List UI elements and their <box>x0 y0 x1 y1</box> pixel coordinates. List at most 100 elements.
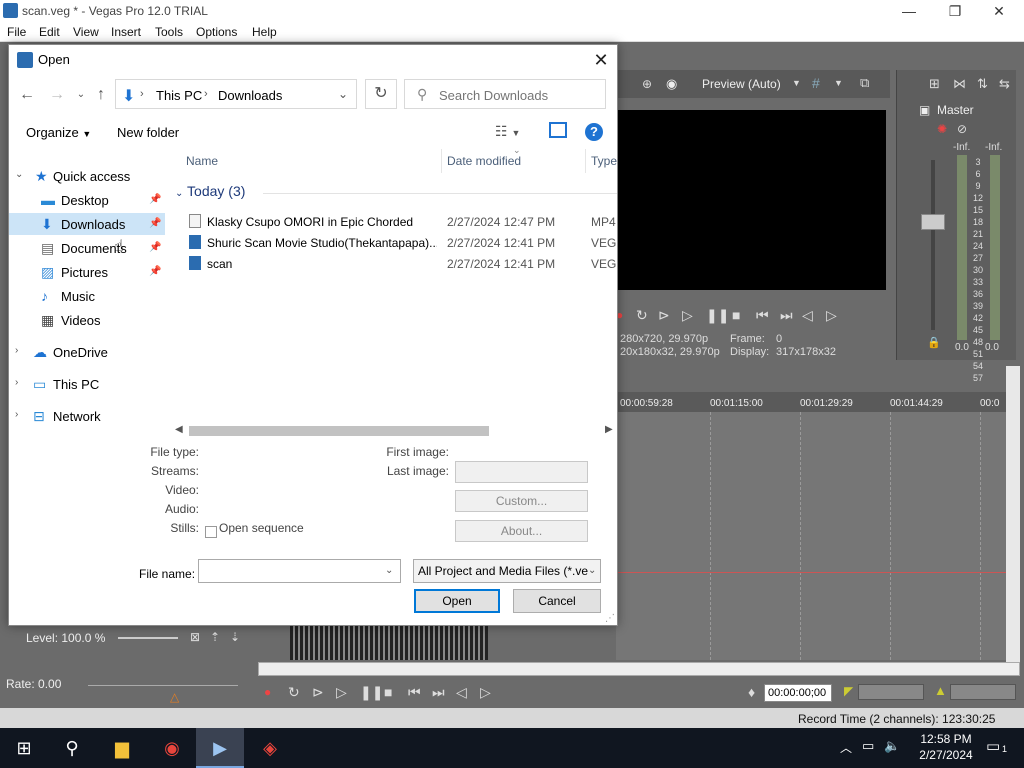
file-row[interactable]: scan 2/27/2024 12:41 PM VEG F <box>173 253 617 274</box>
open-sequence-checkbox[interactable] <box>205 526 217 538</box>
nav-item-this-pc[interactable]: › ▭ This PC <box>9 373 165 395</box>
group-header[interactable]: ⌄ Today (3) <box>175 183 245 199</box>
show-hidden-icons-icon[interactable]: ︿ <box>840 739 852 756</box>
chevron-down-icon[interactable]: ⌄ <box>338 87 348 101</box>
organize-button[interactable]: Organize ▼ <box>26 125 91 140</box>
cancel-button[interactable]: Cancel <box>513 589 601 613</box>
nav-item-downloads[interactable]: ⬇ Downloads 📌 <box>9 213 165 235</box>
pause-icon[interactable]: ❚❚ <box>360 684 383 701</box>
mixer-tool-icon[interactable]: ⇆ <box>999 76 1010 92</box>
go-to-start-icon[interactable]: ⏮ <box>408 684 421 701</box>
search-input[interactable] <box>439 85 599 105</box>
breadcrumb-this-pc[interactable]: This PC <box>156 88 202 103</box>
nav-quick-access[interactable]: ⌄ ★ Quick access <box>9 165 165 187</box>
volume-muted-icon[interactable]: 🔈 <box>884 738 900 754</box>
track-fx-icon[interactable]: ⊠ <box>190 630 200 644</box>
custom-button[interactable]: Custom... <box>455 490 588 512</box>
up-arrow-icon[interactable]: ↑ <box>91 85 111 105</box>
network-icon[interactable]: ▭ <box>862 738 874 754</box>
nav-item-network[interactable]: › ⊟ Network <box>9 405 165 427</box>
go-to-end-icon[interactable]: ⏭ <box>780 307 793 324</box>
nav-item-onedrive[interactable]: › ☁ OneDrive <box>9 341 165 363</box>
column-header-name[interactable]: Name <box>186 154 218 168</box>
clock-date[interactable]: 2/27/2024 <box>914 748 978 762</box>
previous-frame-icon[interactable]: ◁ <box>456 684 467 701</box>
search-box[interactable]: ⚲ <box>404 79 606 109</box>
forward-arrow-icon[interactable]: → <box>47 85 67 105</box>
file-explorer-icon[interactable]: ▆ <box>98 728 146 768</box>
start-button[interactable]: ⊞ <box>0 728 48 768</box>
file-name-combobox[interactable]: ⌄ <box>198 559 401 583</box>
mute-icon[interactable]: ⊘ <box>957 122 967 136</box>
file-row[interactable]: Shuric Scan Movie Studio(Thekantapapa)..… <box>173 232 617 253</box>
back-arrow-icon[interactable]: ← <box>17 85 37 105</box>
chevron-down-icon[interactable]: ▼ <box>792 78 801 88</box>
app-taskbar-icon[interactable]: ◈ <box>246 728 294 768</box>
chevron-down-icon[interactable]: ⌄ <box>385 565 393 576</box>
chevron-right-icon[interactable]: › <box>15 409 18 420</box>
breadcrumb-downloads[interactable]: Downloads <box>218 88 282 103</box>
pin-icon[interactable]: 📌 <box>149 242 161 253</box>
vegas-taskbar-icon[interactable]: ▶ <box>196 728 244 768</box>
mixer-tool-icon[interactable]: ⊞ <box>929 76 940 92</box>
file-list-horizontal-scrollbar[interactable]: ◀ ▶ <box>173 423 617 439</box>
snapshot-icon[interactable]: ▲ <box>934 683 947 698</box>
loop-icon[interactable]: ↻ <box>288 684 300 701</box>
fx-icon[interactable]: ✺ <box>937 122 947 136</box>
mixer-tool-icon[interactable]: ⇅ <box>977 76 988 92</box>
pin-icon[interactable]: 📌 <box>149 218 161 229</box>
timecode-display[interactable]: 00:00:00;00 <box>764 684 832 702</box>
column-header-type[interactable]: Type <box>591 154 617 168</box>
close-icon[interactable]: ✕ <box>587 47 615 73</box>
volume-fader-handle[interactable] <box>921 214 945 230</box>
overlay-icon[interactable]: ◉ <box>666 76 677 92</box>
file-name-input[interactable] <box>201 562 377 580</box>
minimize-icon[interactable]: — <box>886 2 932 20</box>
go-to-start-icon[interactable]: ⏮ <box>756 307 769 324</box>
maximize-icon[interactable]: ❐ <box>932 2 978 20</box>
stop-icon[interactable]: ■ <box>384 684 392 700</box>
column-header-date-modified[interactable]: Date modified <box>447 154 521 168</box>
copy-snapshot-icon[interactable]: ⧉ <box>860 75 869 91</box>
column-divider[interactable] <box>585 149 586 173</box>
clock-time[interactable]: 12:58 PM <box>916 732 976 746</box>
nav-item-desktop[interactable]: ▬ Desktop 📌 <box>9 189 165 211</box>
next-frame-icon[interactable]: ▷ <box>826 307 837 324</box>
mixer-tool-icon[interactable]: ⋈ <box>953 76 966 92</box>
record-icon[interactable]: ● <box>264 685 271 699</box>
nav-item-documents[interactable]: ▤ Documents 📌 <box>9 237 165 259</box>
track-tool-icon[interactable]: ⇡ <box>210 630 220 644</box>
play-from-start-icon[interactable]: ⊳ <box>312 684 324 701</box>
close-icon[interactable]: ✕ <box>976 2 1022 20</box>
about-button[interactable]: About... <box>455 520 588 542</box>
nav-item-pictures[interactable]: ▨ Pictures 📌 <box>9 261 165 283</box>
grid-icon[interactable]: # <box>812 75 820 91</box>
menu-view[interactable]: View <box>73 25 99 39</box>
address-bar[interactable]: ⬇ › This PC › Downloads ⌄ <box>115 79 357 109</box>
scrollbar-thumb[interactable] <box>189 426 489 436</box>
chevron-down-icon[interactable]: ⌄ <box>15 169 23 180</box>
new-folder-button[interactable]: New folder <box>117 125 179 140</box>
search-icon[interactable]: ⚲ <box>48 728 96 768</box>
chevron-down-icon[interactable]: ▼ <box>834 78 843 88</box>
pause-icon[interactable]: ❚❚ <box>706 307 729 324</box>
timeline-ruler[interactable]: 00:00:59:28 00:01:15:00 00:01:29:29 00:0… <box>616 392 1006 412</box>
recent-locations-icon[interactable]: ⌄ <box>71 85 91 105</box>
menu-help[interactable]: Help <box>252 25 277 39</box>
go-to-end-icon[interactable]: ⏭ <box>432 684 445 701</box>
menu-file[interactable]: File <box>7 25 26 39</box>
help-icon[interactable]: ? <box>585 123 603 141</box>
play-icon[interactable]: ▷ <box>336 684 347 701</box>
nav-item-videos[interactable]: ▦ Videos <box>9 309 165 331</box>
track-tool-icon[interactable]: ⇣ <box>230 630 240 644</box>
scroll-left-icon[interactable]: ◀ <box>175 424 183 435</box>
play-icon[interactable]: ▷ <box>682 307 693 324</box>
volume-fader-track[interactable] <box>931 160 935 330</box>
notifications-icon[interactable]: ▭ <box>986 737 1000 755</box>
timeline-tracks[interactable] <box>616 412 1006 660</box>
breadcrumb-separator-icon[interactable]: › <box>140 88 144 100</box>
timeline-vertical-scrollbar[interactable] <box>1006 366 1020 676</box>
chevron-right-icon[interactable]: › <box>15 345 18 356</box>
split-icon[interactable]: ⊕ <box>642 77 652 91</box>
column-divider[interactable] <box>441 149 442 173</box>
